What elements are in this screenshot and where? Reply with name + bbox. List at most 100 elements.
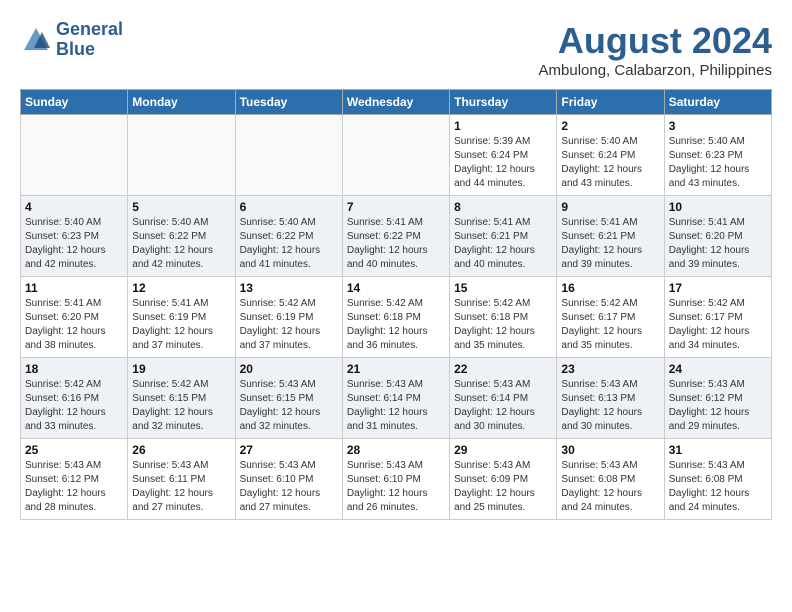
calendar-cell: 2Sunrise: 5:40 AM Sunset: 6:24 PM Daylig… bbox=[557, 115, 664, 196]
cell-info: Sunrise: 5:43 AM Sunset: 6:14 PM Dayligh… bbox=[347, 378, 445, 434]
calendar-body: 1 Sunrise: 5:39 AM Sunset: 6:24 PM Daylig… bbox=[21, 115, 772, 520]
day-number: 25 bbox=[25, 443, 123, 457]
cell-info: Sunrise: 5:43 AM Sunset: 6:12 PM Dayligh… bbox=[669, 378, 767, 434]
calendar-cell: 18 Sunrise: 5:42 AM Sunset: 6:16 PM Dayli… bbox=[21, 358, 128, 439]
cell-info: Sunrise: 5:41 AM Sunset: 6:22 PM Dayligh… bbox=[347, 216, 445, 272]
calendar-cell: 6 Sunrise: 5:40 AM Sunset: 6:22 PM Daylig… bbox=[235, 196, 342, 277]
cell-info: Sunrise: 5:41 AM Sunset: 6:21 PM Dayligh… bbox=[561, 216, 659, 272]
calendar-cell: 25Sunrise: 5:43 AM Sunset: 6:12 PM Dayli… bbox=[21, 439, 128, 520]
calendar-cell: 13 Sunrise: 5:42 AM Sunset: 6:19 PM Dayli… bbox=[235, 277, 342, 358]
month-title: August 2024 bbox=[539, 20, 772, 62]
day-number: 9 bbox=[561, 200, 659, 214]
calendar-cell: 8Sunrise: 5:41 AM Sunset: 6:21 PM Daylig… bbox=[450, 196, 557, 277]
calendar-cell: 11 Sunrise: 5:41 AM Sunset: 6:20 PM Dayli… bbox=[21, 277, 128, 358]
calendar-cell: 31 Sunrise: 5:43 AM Sunset: 6:08 PM Dayli… bbox=[664, 439, 771, 520]
cell-info: Sunrise: 5:43 AM Sunset: 6:14 PM Dayligh… bbox=[454, 378, 552, 434]
day-number: 21 bbox=[347, 362, 445, 376]
day-number: 30 bbox=[561, 443, 659, 457]
day-number: 26 bbox=[132, 443, 230, 457]
cell-info: Sunrise: 5:43 AM Sunset: 6:15 PM Dayligh… bbox=[240, 378, 338, 434]
calendar-cell: 27 Sunrise: 5:43 AM Sunset: 6:10 PM Dayli… bbox=[235, 439, 342, 520]
weekday-header-monday: Monday bbox=[128, 90, 235, 115]
calendar-cell: 19Sunrise: 5:42 AM Sunset: 6:15 PM Dayli… bbox=[128, 358, 235, 439]
calendar-cell: 14 Sunrise: 5:42 AM Sunset: 6:18 PM Dayli… bbox=[342, 277, 449, 358]
calendar-cell: 1 Sunrise: 5:39 AM Sunset: 6:24 PM Daylig… bbox=[450, 115, 557, 196]
cell-info: Sunrise: 5:40 AM Sunset: 6:23 PM Dayligh… bbox=[25, 216, 123, 272]
day-number: 12 bbox=[132, 281, 230, 295]
day-number: 31 bbox=[669, 443, 767, 457]
day-number: 1 bbox=[454, 119, 552, 133]
day-number: 10 bbox=[669, 200, 767, 214]
calendar-cell: 9 Sunrise: 5:41 AM Sunset: 6:21 PM Daylig… bbox=[557, 196, 664, 277]
calendar-cell: 24 Sunrise: 5:43 AM Sunset: 6:12 PM Dayli… bbox=[664, 358, 771, 439]
day-number: 13 bbox=[240, 281, 338, 295]
day-number: 29 bbox=[454, 443, 552, 457]
weekday-header-sunday: Sunday bbox=[21, 90, 128, 115]
cell-info: Sunrise: 5:43 AM Sunset: 6:11 PM Dayligh… bbox=[132, 459, 230, 515]
calendar-cell: 23Sunrise: 5:43 AM Sunset: 6:13 PM Dayli… bbox=[557, 358, 664, 439]
day-number: 6 bbox=[240, 200, 338, 214]
title-block: August 2024 Ambulong, Calabarzon, Philip… bbox=[539, 20, 772, 79]
calendar-week-row: 11 Sunrise: 5:41 AM Sunset: 6:20 PM Dayli… bbox=[21, 277, 772, 358]
calendar-cell bbox=[128, 115, 235, 196]
calendar-week-row: 1 Sunrise: 5:39 AM Sunset: 6:24 PM Daylig… bbox=[21, 115, 772, 196]
day-number: 2 bbox=[561, 119, 659, 133]
cell-info: Sunrise: 5:42 AM Sunset: 6:18 PM Dayligh… bbox=[347, 297, 445, 353]
weekday-header-wednesday: Wednesday bbox=[342, 90, 449, 115]
day-number: 3 bbox=[669, 119, 767, 133]
day-number: 28 bbox=[347, 443, 445, 457]
cell-info: Sunrise: 5:42 AM Sunset: 6:15 PM Dayligh… bbox=[132, 378, 230, 434]
day-number: 5 bbox=[132, 200, 230, 214]
day-number: 18 bbox=[25, 362, 123, 376]
calendar-week-row: 25Sunrise: 5:43 AM Sunset: 6:12 PM Dayli… bbox=[21, 439, 772, 520]
calendar-cell: 20 Sunrise: 5:43 AM Sunset: 6:15 PM Dayli… bbox=[235, 358, 342, 439]
day-number: 22 bbox=[454, 362, 552, 376]
cell-info: Sunrise: 5:43 AM Sunset: 6:10 PM Dayligh… bbox=[240, 459, 338, 515]
day-number: 16 bbox=[561, 281, 659, 295]
cell-info: Sunrise: 5:43 AM Sunset: 6:08 PM Dayligh… bbox=[669, 459, 767, 515]
cell-info: Sunrise: 5:42 AM Sunset: 6:16 PM Dayligh… bbox=[25, 378, 123, 434]
day-number: 17 bbox=[669, 281, 767, 295]
cell-info: Sunrise: 5:41 AM Sunset: 6:20 PM Dayligh… bbox=[25, 297, 123, 353]
calendar-cell: 26 Sunrise: 5:43 AM Sunset: 6:11 PM Dayli… bbox=[128, 439, 235, 520]
logo-icon bbox=[20, 26, 52, 54]
cell-info: Sunrise: 5:41 AM Sunset: 6:21 PM Dayligh… bbox=[454, 216, 552, 272]
page-header: General Blue August 2024 Ambulong, Calab… bbox=[20, 20, 772, 79]
calendar-cell: 29Sunrise: 5:43 AM Sunset: 6:09 PM Dayli… bbox=[450, 439, 557, 520]
cell-info: Sunrise: 5:40 AM Sunset: 6:22 PM Dayligh… bbox=[240, 216, 338, 272]
cell-info: Sunrise: 5:42 AM Sunset: 6:19 PM Dayligh… bbox=[240, 297, 338, 353]
calendar-cell: 15Sunrise: 5:42 AM Sunset: 6:18 PM Dayli… bbox=[450, 277, 557, 358]
calendar-cell bbox=[342, 115, 449, 196]
day-number: 27 bbox=[240, 443, 338, 457]
day-number: 20 bbox=[240, 362, 338, 376]
calendar-cell: 17 Sunrise: 5:42 AM Sunset: 6:17 PM Dayli… bbox=[664, 277, 771, 358]
day-number: 24 bbox=[669, 362, 767, 376]
calendar-cell bbox=[21, 115, 128, 196]
calendar-cell: 7Sunrise: 5:41 AM Sunset: 6:22 PM Daylig… bbox=[342, 196, 449, 277]
location-title: Ambulong, Calabarzon, Philippines bbox=[539, 62, 772, 79]
weekday-header-row: SundayMondayTuesdayWednesdayThursdayFrid… bbox=[21, 90, 772, 115]
calendar-cell: 5Sunrise: 5:40 AM Sunset: 6:22 PM Daylig… bbox=[128, 196, 235, 277]
weekday-header-thursday: Thursday bbox=[450, 90, 557, 115]
cell-info: Sunrise: 5:39 AM Sunset: 6:24 PM Dayligh… bbox=[454, 135, 552, 191]
weekday-header-saturday: Saturday bbox=[664, 90, 771, 115]
calendar-cell: 30Sunrise: 5:43 AM Sunset: 6:08 PM Dayli… bbox=[557, 439, 664, 520]
day-number: 11 bbox=[25, 281, 123, 295]
calendar-cell: 16 Sunrise: 5:42 AM Sunset: 6:17 PM Dayli… bbox=[557, 277, 664, 358]
calendar-cell: 22 Sunrise: 5:43 AM Sunset: 6:14 PM Dayli… bbox=[450, 358, 557, 439]
calendar-cell: 28 Sunrise: 5:43 AM Sunset: 6:10 PM Dayli… bbox=[342, 439, 449, 520]
day-number: 14 bbox=[347, 281, 445, 295]
cell-info: Sunrise: 5:41 AM Sunset: 6:19 PM Dayligh… bbox=[132, 297, 230, 353]
calendar-cell bbox=[235, 115, 342, 196]
calendar-table: SundayMondayTuesdayWednesdayThursdayFrid… bbox=[20, 89, 772, 520]
calendar-cell: 4Sunrise: 5:40 AM Sunset: 6:23 PM Daylig… bbox=[21, 196, 128, 277]
cell-info: Sunrise: 5:42 AM Sunset: 6:17 PM Dayligh… bbox=[561, 297, 659, 353]
cell-info: Sunrise: 5:42 AM Sunset: 6:18 PM Dayligh… bbox=[454, 297, 552, 353]
cell-info: Sunrise: 5:43 AM Sunset: 6:13 PM Dayligh… bbox=[561, 378, 659, 434]
calendar-week-row: 18 Sunrise: 5:42 AM Sunset: 6:16 PM Dayli… bbox=[21, 358, 772, 439]
calendar-cell: 21 Sunrise: 5:43 AM Sunset: 6:14 PM Dayli… bbox=[342, 358, 449, 439]
weekday-header-friday: Friday bbox=[557, 90, 664, 115]
cell-info: Sunrise: 5:43 AM Sunset: 6:10 PM Dayligh… bbox=[347, 459, 445, 515]
weekday-header-tuesday: Tuesday bbox=[235, 90, 342, 115]
cell-info: Sunrise: 5:42 AM Sunset: 6:17 PM Dayligh… bbox=[669, 297, 767, 353]
